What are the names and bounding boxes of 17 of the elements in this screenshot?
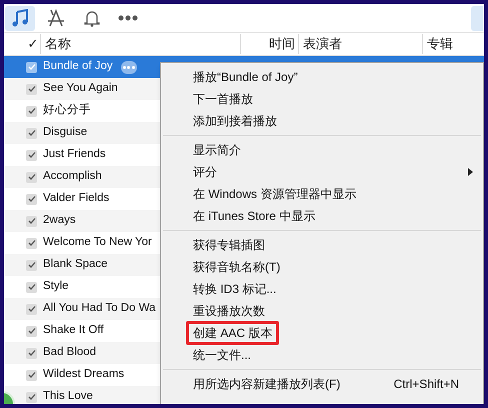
shortcut-text: Ctrl+Shift+N (394, 376, 459, 393)
song-title: This Love (43, 389, 93, 404)
song-title: Valder Fields (43, 191, 110, 206)
song-title: Bad Blood (43, 345, 96, 360)
song-title: Bundle of Joy (43, 59, 113, 74)
song-title: Blank Space (43, 257, 108, 272)
song-title: 2ways (43, 213, 76, 228)
song-title: Just Friends (43, 147, 106, 162)
song-title: All You Had To Do Wa (43, 301, 156, 316)
song-title: 好心分手 (43, 102, 91, 118)
song-title: Shake It Off (43, 323, 104, 338)
song-title: Wildest Dreams (43, 367, 124, 382)
song-title: Welcome To New Yor (43, 235, 152, 250)
song-title: Disguise (43, 125, 88, 140)
song-title: Style (43, 279, 69, 294)
song-title: See You Again (43, 81, 118, 96)
song-title: Accomplish (43, 169, 102, 184)
